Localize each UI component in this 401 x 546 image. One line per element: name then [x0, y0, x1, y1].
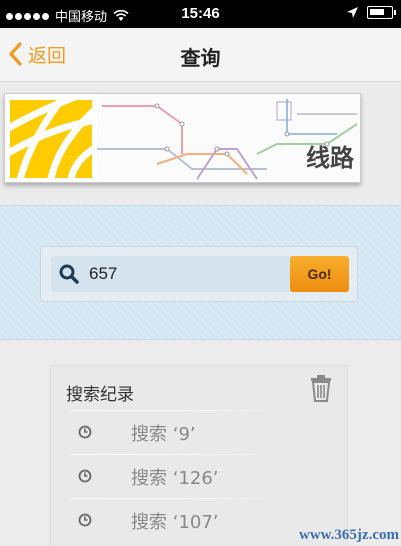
status-time: 15:46	[181, 5, 220, 22]
clock-icon	[78, 425, 92, 439]
search-area: Go!	[0, 205, 401, 340]
search-box: Go!	[40, 246, 358, 302]
history-area: 搜索纪录 搜索 ‘9’ 搜索 ‘126’ 搜索 ‘107’	[0, 340, 401, 546]
search-icon	[59, 264, 79, 284]
search-history-panel: 搜索纪录 搜索 ‘9’ 搜索 ‘126’ 搜索 ‘107’	[50, 365, 348, 546]
status-bar: 中国移动 15:46	[0, 0, 401, 28]
page-title: 查询	[180, 46, 221, 70]
history-item-label: 搜索 ‘9’	[131, 424, 196, 445]
history-item-label: 搜索 ‘126’	[131, 468, 219, 489]
banner-title: 线路	[306, 144, 354, 172]
banner-area: 线路	[0, 83, 401, 205]
watermark: www.365jz.com	[299, 527, 399, 543]
search-field: Go!	[51, 256, 349, 292]
route-logo-icon	[10, 100, 92, 178]
route-banner: 线路	[4, 93, 361, 183]
navigation-bar: 返回 查询	[0, 28, 401, 82]
history-item-label: 搜索 ‘107’	[131, 512, 219, 533]
history-item[interactable]: 搜索 ‘126’	[51, 454, 349, 498]
row-divider	[71, 410, 271, 411]
go-button[interactable]: Go!	[290, 256, 349, 292]
search-input[interactable]	[89, 260, 279, 288]
location-arrow-icon	[347, 7, 358, 18]
history-title: 搜索纪录	[66, 385, 134, 405]
row-divider	[71, 498, 271, 499]
status-right	[346, 6, 396, 19]
clock-icon	[78, 469, 92, 483]
row-divider	[71, 454, 271, 455]
clock-icon	[78, 513, 92, 527]
trash-icon[interactable]	[309, 374, 333, 402]
battery-icon	[367, 6, 396, 19]
history-item[interactable]: 搜索 ‘9’	[51, 410, 349, 454]
